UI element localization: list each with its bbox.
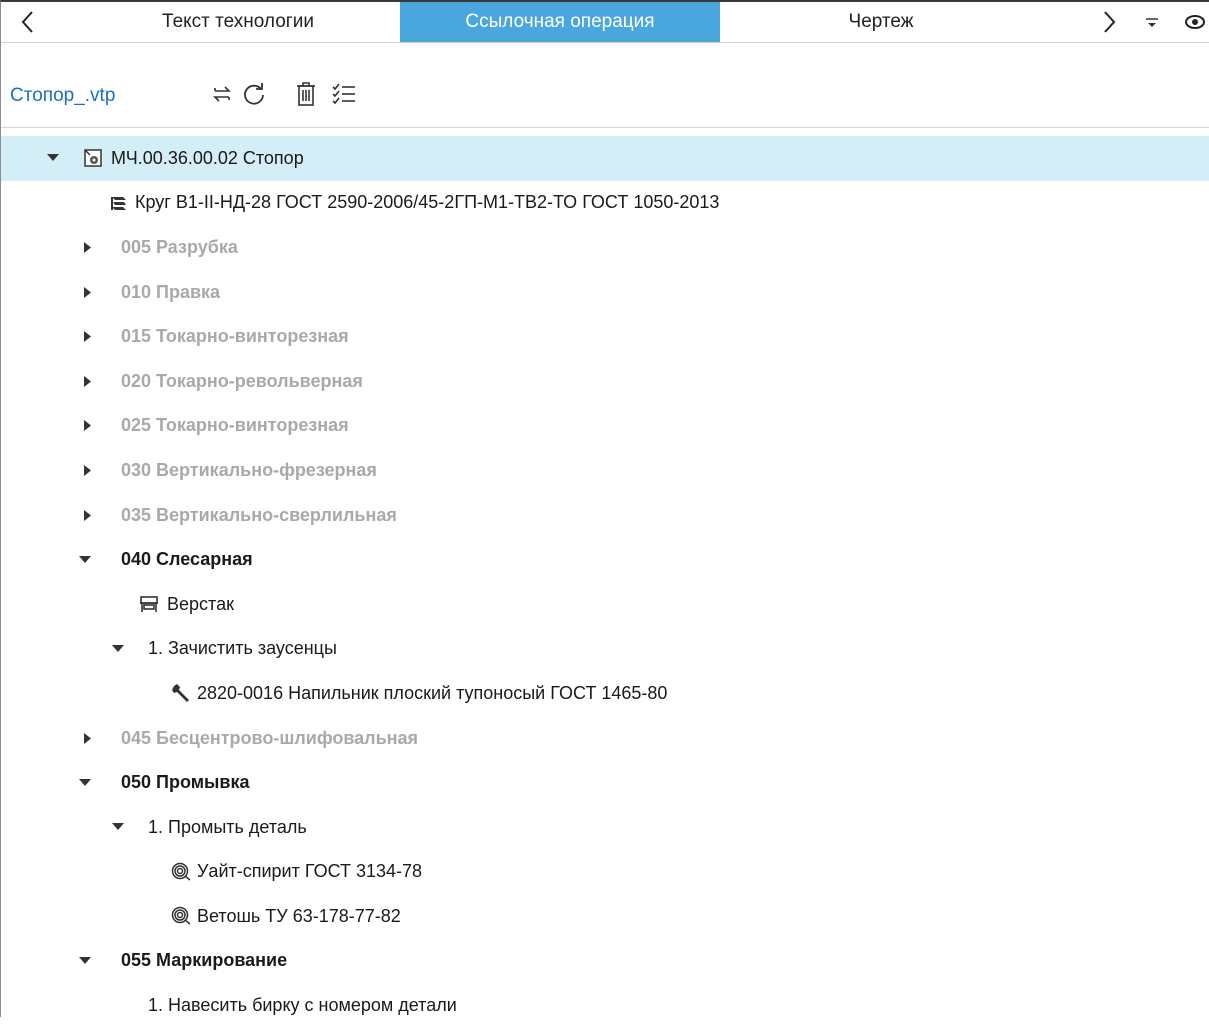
tree-row-step[interactable]: 1. Зачистить заусенцы: [1, 627, 1209, 672]
operations-tree: МЧ.00.36.00.02 Стопор Круг В1-II-НД-28 Г…: [1, 136, 1209, 1028]
operation-label: 045 Бесцентрово-шлифовальная: [121, 727, 419, 748]
operation-label: 035 Вертикально-сверлильная: [121, 504, 397, 525]
step-label: 1. Промыть деталь: [148, 816, 307, 837]
part-icon: [83, 148, 103, 168]
checklist-icon[interactable]: [329, 79, 359, 109]
operation-label: 055 Маркирование: [121, 950, 288, 971]
tree-row-operation[interactable]: 035 Вертикально-сверлильная: [1, 493, 1209, 538]
operation-label: 015 Токарно-винторезная: [121, 326, 349, 347]
file-name-link[interactable]: Стопор_.vtp: [10, 85, 115, 107]
material-icon: [109, 193, 129, 213]
caret-expanded-icon[interactable]: [79, 777, 91, 789]
caret-collapsed-icon[interactable]: [81, 375, 93, 387]
chevron-left-icon[interactable]: [15, 2, 39, 42]
equipment-label: Верстак: [167, 593, 234, 614]
eye-icon[interactable]: [1181, 2, 1209, 42]
tree-row-operation[interactable]: 010 Правка: [1, 270, 1209, 315]
aux-material-label: Ветошь ТУ 63-178-77-82: [197, 905, 401, 926]
operation-label: 010 Правка: [121, 281, 221, 302]
operation-label: 025 Токарно-винторезная: [121, 415, 349, 436]
tree-row-material[interactable]: Круг В1-II-НД-28 ГОСТ 2590-2006/45-2ГП-М…: [1, 181, 1209, 226]
caret-collapsed-icon[interactable]: [81, 286, 93, 298]
tool-label: 2820-0016 Напильник плоский тупоносый ГО…: [197, 682, 668, 703]
tab-text-technology[interactable]: Текст технологии: [77, 2, 399, 42]
tree-row-operation[interactable]: 025 Токарно-винторезная: [1, 404, 1209, 449]
tree-row-operation[interactable]: 030 Вертикально-фрезерная: [1, 448, 1209, 493]
tree-row-auxiliary-material[interactable]: Ветошь ТУ 63-178-77-82: [1, 894, 1209, 939]
coil-icon: [171, 906, 191, 926]
caret-expanded-icon[interactable]: [79, 955, 91, 967]
delete-icon[interactable]: [291, 79, 321, 109]
coil-icon: [171, 862, 191, 882]
caret-collapsed-icon[interactable]: [81, 509, 93, 521]
caret-expanded-icon[interactable]: [79, 554, 91, 566]
tree-row-equipment[interactable]: Верстак: [1, 582, 1209, 627]
caret-collapsed-icon[interactable]: [81, 241, 93, 253]
caret-collapsed-icon[interactable]: [81, 732, 93, 744]
tree-row-operation-040[interactable]: 040 Слесарная: [1, 537, 1209, 582]
tree-row-operation-050[interactable]: 050 Промывка: [1, 760, 1209, 805]
tree-row-operation-055[interactable]: 055 Маркирование: [1, 939, 1209, 984]
caret-collapsed-icon[interactable]: [81, 331, 93, 343]
wrench-icon: [171, 683, 191, 703]
tree-row-root[interactable]: МЧ.00.36.00.02 Стопор: [1, 136, 1209, 181]
tab-reference-operation[interactable]: Ссылочная операция: [400, 2, 720, 42]
root-label: МЧ.00.36.00.02 Стопор: [111, 147, 304, 168]
tree-row-operation[interactable]: 005 Разрубка: [1, 225, 1209, 270]
operation-label: 030 Вертикально-фрезерная: [121, 459, 377, 480]
tree-row-operation[interactable]: 015 Токарно-винторезная: [1, 314, 1209, 359]
material-label: Круг В1-II-НД-28 ГОСТ 2590-2006/45-2ГП-М…: [135, 192, 720, 213]
caret-expanded-icon[interactable]: [47, 152, 59, 164]
operation-label: 050 Промывка: [121, 772, 250, 793]
tree-row-operation[interactable]: 045 Бесцентрово-шлифовальная: [1, 716, 1209, 761]
caret-collapsed-icon[interactable]: [81, 420, 93, 432]
operation-label: 005 Разрубка: [121, 236, 238, 257]
caret-expanded-icon[interactable]: [112, 821, 124, 833]
operation-label: 020 Токарно-револьверная: [121, 370, 363, 391]
tree-row-step[interactable]: 1. Промыть деталь: [1, 805, 1209, 850]
step-label: 1. Навесить бирку с номером детали: [148, 995, 457, 1016]
tree-row-step[interactable]: 1. Навесить бирку с номером детали: [1, 983, 1209, 1028]
chevron-right-icon[interactable]: [1098, 2, 1122, 42]
overflow-menu-icon[interactable]: [1141, 2, 1163, 42]
swap-icon[interactable]: [207, 79, 237, 109]
aux-material-label: Уайт-спирит ГОСТ 3134-78: [197, 861, 423, 882]
tree-row-operation[interactable]: 020 Токарно-револьверная: [1, 359, 1209, 404]
caret-expanded-icon[interactable]: [112, 643, 124, 655]
tree-row-tool[interactable]: 2820-0016 Напильник плоский тупоносый ГО…: [1, 671, 1209, 716]
operation-label: 040 Слесарная: [121, 549, 253, 570]
tab-bar: Текст технологии Ссылочная операция Черт…: [1, 2, 1209, 43]
toolbar: Стопор_.vtp: [1, 43, 1209, 128]
tab-drawing[interactable]: Чертеж: [721, 2, 1041, 42]
workbench-icon: [139, 594, 159, 614]
refresh-icon[interactable]: [239, 79, 269, 109]
caret-collapsed-icon[interactable]: [81, 464, 93, 476]
step-label: 1. Зачистить заусенцы: [148, 638, 337, 659]
tree-row-auxiliary-material[interactable]: Уайт-спирит ГОСТ 3134-78: [1, 850, 1209, 895]
